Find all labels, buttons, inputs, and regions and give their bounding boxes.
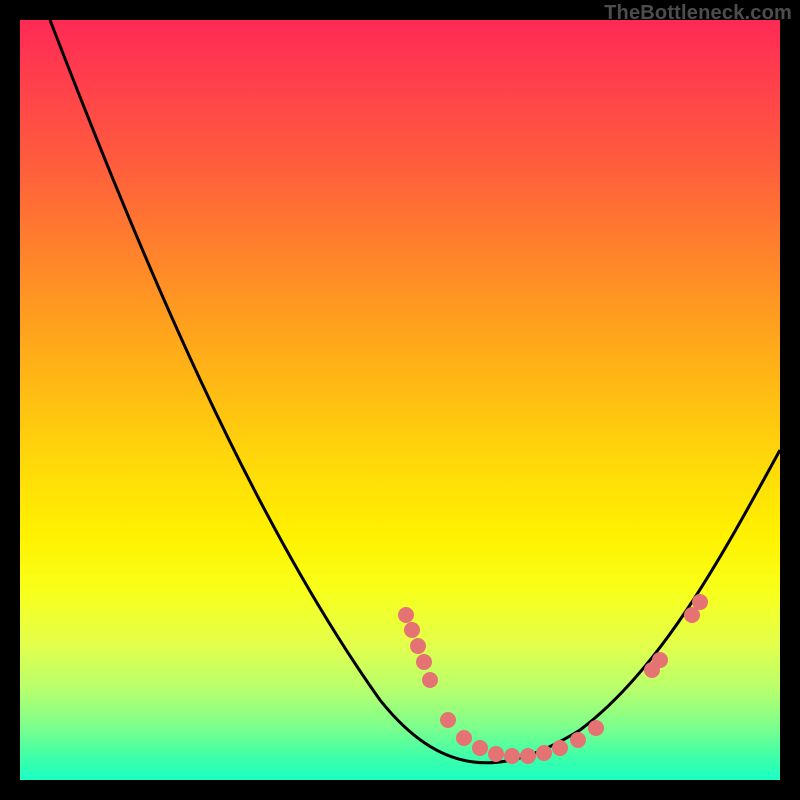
data-marker: [440, 712, 456, 728]
chart-svg: [20, 20, 780, 780]
chart-stage: TheBottleneck.com: [0, 0, 800, 800]
data-marker: [422, 672, 438, 688]
data-marker: [488, 746, 504, 762]
plot-area: [20, 20, 780, 780]
data-marker: [588, 720, 604, 736]
data-marker: [472, 740, 488, 756]
data-marker: [520, 748, 536, 764]
data-marker: [552, 740, 568, 756]
data-marker: [504, 748, 520, 764]
data-marker: [536, 745, 552, 761]
data-marker: [652, 652, 668, 668]
data-marker: [404, 622, 420, 638]
marker-group: [398, 594, 708, 764]
data-marker: [416, 654, 432, 670]
data-marker: [456, 730, 472, 746]
data-marker: [398, 607, 414, 623]
data-marker: [692, 594, 708, 610]
data-marker: [570, 732, 586, 748]
data-marker: [410, 638, 426, 654]
